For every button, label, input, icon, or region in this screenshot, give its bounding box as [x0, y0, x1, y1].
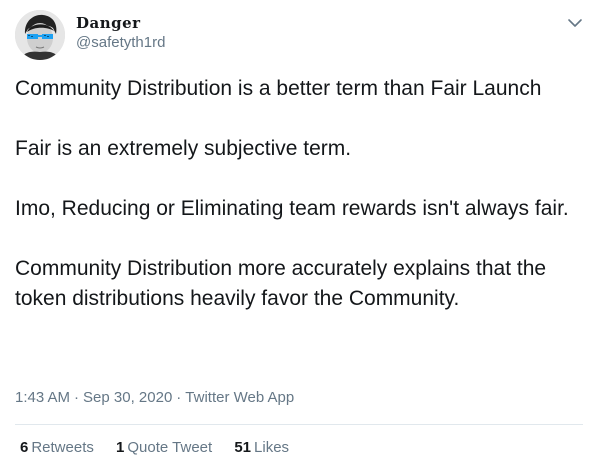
author-display-name[interactable]: Danger [76, 14, 141, 32]
quote-tweets-label: Quote Tweet [127, 439, 213, 456]
avatar[interactable] [15, 10, 65, 60]
retweets-count: 6 [20, 439, 29, 456]
tweet-paragraph: Fair is an extremely subjective term. [15, 137, 352, 160]
retweets-stat[interactable]: 6 Retweets [20, 439, 94, 456]
tweet-source[interactable]: Twitter Web App [185, 389, 294, 406]
tweet-metadata: 1:43 AM · Sep 30, 2020 · Twitter Web App [15, 389, 294, 406]
retweets-label: Retweets [31, 439, 94, 456]
likes-stat[interactable]: 51 Likes [234, 439, 289, 456]
likes-count: 51 [234, 439, 252, 456]
tweet-date[interactable]: Sep 30, 2020 [83, 389, 172, 406]
more-options-chevron-icon[interactable] [566, 14, 584, 32]
tweet-paragraph: Imo, Reducing or Eliminating team reward… [15, 197, 569, 220]
author-handle[interactable]: @safetyth1rd [76, 34, 165, 51]
likes-label: Likes [254, 439, 290, 456]
divider [15, 424, 583, 425]
engagement-stats: 6 Retweets 1 Quote Tweet 51 Likes [20, 439, 307, 456]
tweet-text: Community Distribution is a better term … [15, 74, 575, 314]
quote-tweets-count: 1 [116, 439, 125, 456]
tweet-paragraph: Community Distribution is a better term … [15, 77, 542, 100]
person-with-sunglasses-avatar-icon [15, 10, 65, 60]
quote-tweets-stat[interactable]: 1 Quote Tweet [116, 439, 212, 456]
meta-separator: · [74, 389, 80, 406]
tweet-card: Danger @safetyth1rd Community Distributi… [0, 0, 598, 473]
tweet-time[interactable]: 1:43 AM [15, 389, 70, 406]
tweet-paragraph: Community Distribution more accurately e… [15, 257, 547, 310]
meta-separator: · [176, 389, 182, 406]
